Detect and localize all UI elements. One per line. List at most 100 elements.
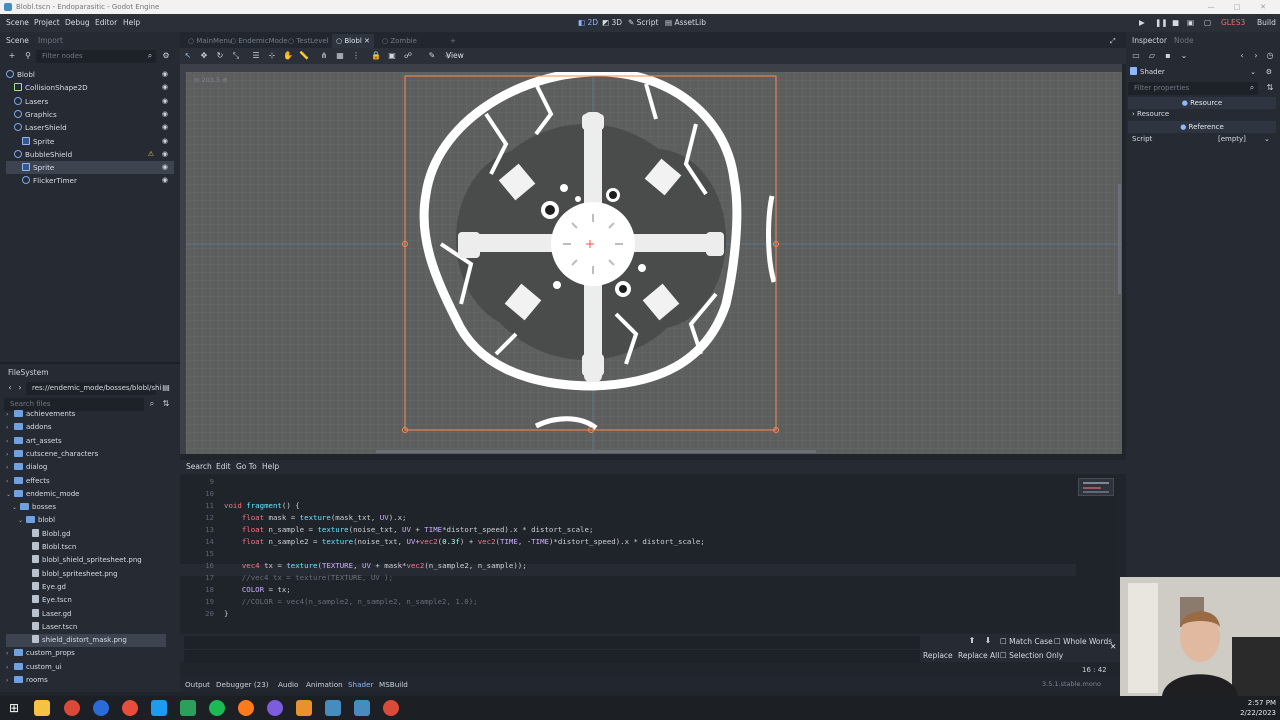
code-line[interactable]: 13 float n_sample = texture(noise_txt, U… [180, 524, 1080, 536]
code-text[interactable]: COLOR = tx; [224, 584, 291, 596]
pivot-icon[interactable]: ⊹ [266, 50, 278, 62]
close-window-button[interactable]: ✕ [1252, 0, 1274, 14]
blender-icon[interactable] [296, 700, 312, 716]
scene-node[interactable]: Sprite ◉ [6, 135, 174, 148]
scene-node[interactable]: CollisionShape2D ◉ [6, 81, 174, 94]
lock-icon[interactable]: 🔒 [370, 50, 382, 62]
new-scene-tab-icon[interactable]: + [446, 34, 460, 48]
code-line[interactable]: 16 vec4 tx = texture(TEXTURE, UV + mask*… [180, 560, 1080, 572]
select-tool-icon[interactable]: ↖ [182, 50, 194, 62]
workspace-3d[interactable]: ◩ 3D [602, 14, 622, 32]
resource-row[interactable]: › Resource [1132, 110, 1169, 118]
code-line[interactable]: 19 //COLOR = vec4(n_sample2, n_sample2, … [180, 596, 1080, 608]
view-menu[interactable]: View [446, 48, 464, 64]
filesystem-path[interactable]: res://endemic_mode/bosses/blobl/shi [26, 382, 161, 395]
visibility-icon[interactable]: ◉ [162, 148, 168, 161]
visibility-icon[interactable]: ◉ [162, 81, 168, 94]
workspace-2d[interactable]: ◧ 2D [578, 14, 598, 32]
tab-node[interactable]: Node [1174, 34, 1194, 48]
filesystem-item[interactable]: › custom_ui [6, 661, 166, 674]
filesystem-item[interactable]: Laser.gd [6, 608, 166, 621]
split-view-icon[interactable]: ▤ [160, 382, 172, 394]
filesystem-item[interactable]: ⌄ blobl [6, 514, 166, 527]
expand-arrow-icon[interactable]: › [6, 674, 14, 687]
canvas-viewport[interactable] [186, 64, 1122, 454]
scene-node[interactable]: FlickerTimer ◉ [6, 174, 174, 187]
v-scrollbar[interactable] [1118, 184, 1121, 294]
replace-button[interactable]: Replace [923, 647, 953, 665]
filesystem-item[interactable]: blobl_spritesheet.png [6, 568, 166, 581]
filter-nodes-input[interactable]: Filter nodes [36, 50, 156, 63]
tab-scene[interactable]: Scene [6, 34, 29, 48]
filter-icon[interactable]: ⚙ [160, 50, 172, 62]
expand-arrow-icon[interactable]: › [6, 448, 14, 461]
scene-tab[interactable]: ○ Blobl ✕ [332, 34, 374, 48]
scene-tab[interactable]: ○ EndemicMode [226, 34, 292, 48]
code-line[interactable]: 12 float mask = texture(mask_txt, UV).x; [180, 512, 1080, 524]
scene-tab[interactable]: ○ TestLevel [284, 34, 333, 48]
code-text[interactable]: void fragment() { [224, 500, 300, 512]
expand-arrow-icon[interactable]: › [6, 461, 14, 474]
filter-properties-input[interactable]: Filter properties [1128, 82, 1258, 95]
code-text[interactable]: vec4 tx = texture(TEXTURE, UV + mask*vec… [224, 560, 527, 572]
filesystem-item[interactable]: › dialog [6, 461, 166, 474]
section-reference[interactable]: ● Reference [1128, 121, 1276, 133]
scene-node[interactable]: Graphics ◉ [6, 108, 174, 121]
close-find-icon[interactable]: ✕ [1110, 638, 1116, 656]
scale-tool-icon[interactable]: ⤡ [230, 50, 242, 62]
warning-icon[interactable]: ⚠ [148, 148, 154, 161]
expand-arrow-icon[interactable]: › [6, 435, 14, 448]
scene-node[interactable]: LaserShield ◉ [6, 121, 174, 134]
stop-icon[interactable]: ■ [1172, 14, 1179, 32]
filesystem-item[interactable]: shield_distort_mask.png [6, 634, 166, 648]
bottom-tab[interactable]: MSBuild [379, 677, 408, 692]
spotify-icon[interactable] [209, 700, 225, 716]
expand-arrow-icon[interactable]: ⌄ [12, 501, 20, 514]
filesystem-item[interactable]: › custom_props [6, 647, 166, 660]
add-node-icon[interactable]: + [6, 50, 18, 62]
load-resource-icon[interactable]: ▱ [1146, 50, 1158, 62]
workspace-assetlib[interactable]: ▤ AssetLib [665, 14, 706, 32]
visibility-icon[interactable]: ◉ [162, 121, 168, 134]
code-line[interactable]: 10 [180, 488, 1080, 500]
play-icon[interactable]: ▶ [1139, 14, 1145, 32]
filesystem-item[interactable]: › effects [6, 475, 166, 488]
code-line[interactable]: 9 [180, 476, 1080, 488]
property-options-icon[interactable]: ⇅ [1264, 82, 1276, 94]
visibility-icon[interactable]: ◉ [162, 135, 168, 148]
grid-snap-icon[interactable]: ▦ [334, 50, 346, 62]
list-select-icon[interactable]: ☰ [250, 50, 262, 62]
bottom-tab[interactable]: Animation [306, 677, 343, 692]
menu-help[interactable]: Help [123, 14, 140, 32]
script-menu-goto[interactable]: Go To [236, 458, 257, 476]
ruler-tool-icon[interactable]: 📏 [298, 50, 310, 62]
filesystem-item[interactable]: Eye.tscn [6, 594, 166, 607]
visibility-icon[interactable]: ◉ [162, 68, 168, 81]
code-line[interactable]: 17 //vec4 tx = texture(TEXTURE, UV ); [180, 572, 1080, 584]
bottom-tab[interactable]: Output [185, 677, 210, 692]
menu-editor[interactable]: Editor [95, 14, 117, 32]
find-next-icon[interactable]: ⬇ [982, 635, 994, 647]
group-icon[interactable]: ▣ [386, 50, 398, 62]
code-line[interactable]: 14 float n_sample2 = texture(noise_txt, … [180, 536, 1080, 548]
workspace-script[interactable]: ✎ Script [628, 14, 658, 32]
code-text[interactable]: float mask = texture(mask_txt, UV).x; [224, 512, 407, 524]
menu-debug[interactable]: Debug [65, 14, 90, 32]
new-resource-icon[interactable]: ▭ [1130, 50, 1142, 62]
bottom-tab[interactable]: Debugger (23) [216, 677, 269, 692]
script-menu-help[interactable]: Help [262, 458, 279, 476]
build-button[interactable]: Build [1257, 14, 1276, 32]
forward-icon[interactable]: › [14, 382, 26, 394]
expand-arrow-icon[interactable]: ⌄ [18, 514, 26, 527]
distraction-free-icon[interactable]: ⤢ [1106, 34, 1120, 48]
filesystem-item[interactable]: › achievements [6, 408, 166, 421]
filesystem-item[interactable]: Eye.gd [6, 581, 166, 594]
move-tool-icon[interactable]: ✥ [198, 50, 210, 62]
scene-node[interactable]: BubbleShield ⚠ ◉ [6, 148, 174, 161]
scene-node[interactable]: Lasers ◉ [6, 95, 174, 108]
app-icon[interactable] [267, 700, 283, 716]
shader-code-editor[interactable]: 9 10 11 void fragment() {12 float mask = te… [180, 476, 1116, 632]
script-menu-search[interactable]: Search [186, 458, 212, 476]
expand-arrow-icon[interactable]: ⌄ [6, 488, 14, 501]
visibility-icon[interactable]: ◉ [162, 174, 168, 187]
